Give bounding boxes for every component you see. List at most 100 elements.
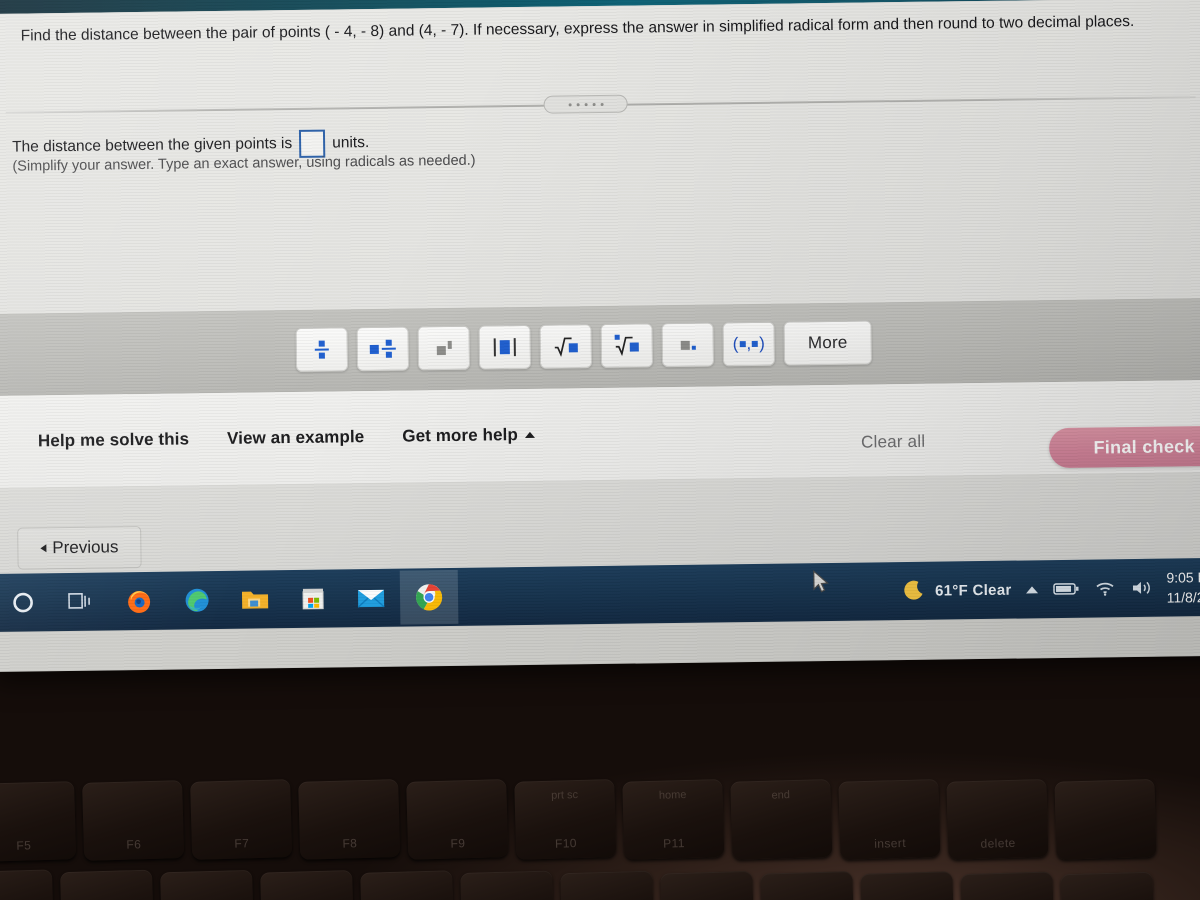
key-row2-7[interactable] <box>560 870 655 900</box>
previous-button[interactable]: Previous <box>17 526 142 570</box>
exponent-icon <box>436 340 452 356</box>
square-root-icon <box>554 336 578 357</box>
moon-icon <box>904 580 923 600</box>
key-row2-2[interactable] <box>60 869 154 900</box>
assignment-page: Find the distance between the pair of po… <box>0 0 1200 604</box>
key-row2-8[interactable] <box>660 870 755 900</box>
mouse-cursor <box>813 569 829 593</box>
answer-prompt-before: The distance between the given points is <box>12 135 293 156</box>
chrome-button[interactable] <box>399 569 459 625</box>
key-row2-11[interactable] <box>960 871 1055 900</box>
view-an-example-link[interactable]: View an example <box>227 427 365 449</box>
absolute-value-icon <box>493 338 516 357</box>
system-tray <box>1025 579 1152 599</box>
key-row2-5[interactable] <box>360 870 455 900</box>
taskbar-tray: 61°F Clear 9:05 PM 11/8/202 <box>902 558 1200 620</box>
weather-label: 61°F Clear <box>934 581 1012 600</box>
fraction-button[interactable] <box>295 327 349 372</box>
battery-icon[interactable] <box>1052 581 1079 597</box>
microsoft-store-button[interactable] <box>284 571 343 626</box>
key-row2-6[interactable] <box>460 870 555 900</box>
cortana-button[interactable] <box>0 575 52 630</box>
subscript-button[interactable] <box>661 322 715 368</box>
key-f9[interactable]: F9 <box>406 779 509 860</box>
problem-statement: Find the distance between the pair of po… <box>20 12 1135 45</box>
subscript-icon <box>680 340 696 350</box>
key-f5[interactable]: F5 <box>0 781 77 862</box>
key-f7[interactable]: F7 <box>190 779 293 860</box>
absolute-value-button[interactable] <box>478 324 532 370</box>
key-printscreen-f10[interactable]: prt sc F10 <box>514 779 617 860</box>
mail-button[interactable] <box>342 571 401 626</box>
show-hidden-icons-icon[interactable] <box>1025 585 1038 593</box>
exponent-button[interactable] <box>417 325 471 371</box>
key-f9-top <box>406 788 506 791</box>
key-delete[interactable]: delete <box>946 778 1049 860</box>
key-delete-top <box>947 788 1047 791</box>
task-view-button[interactable] <box>52 574 111 629</box>
handle-dot <box>568 102 572 106</box>
key-insert[interactable]: insert <box>838 778 941 860</box>
ordered-pair-button[interactable]: ( , ) <box>722 321 776 367</box>
key-f10-label: F10 <box>554 836 578 851</box>
more-button[interactable]: More <box>783 320 873 366</box>
key-end-label <box>732 849 832 852</box>
edge-icon <box>185 588 209 612</box>
edge-button[interactable] <box>168 573 227 628</box>
laptop-keyboard-area: F5 F6 F7 F8 F9 prt sc F10 home P11 end i… <box>0 660 1200 900</box>
divider-drag-handle[interactable] <box>543 94 628 114</box>
square-root-button[interactable] <box>539 324 593 369</box>
get-more-help-label: Get more help <box>402 425 519 446</box>
key-insert-label: insert <box>874 835 907 851</box>
key-row2-3[interactable] <box>160 869 255 900</box>
clear-all-button[interactable]: Clear all <box>861 432 925 453</box>
key-f6[interactable]: F6 <box>82 780 185 861</box>
key-delete-label: delete <box>980 835 1016 851</box>
key-row2-10[interactable] <box>860 871 955 900</box>
task-view-icon <box>68 592 90 609</box>
key-f8[interactable]: F8 <box>298 779 401 860</box>
clock-time: 9:05 PM <box>1166 568 1200 586</box>
laptop-screen: Find the distance between the pair of po… <box>0 0 1200 672</box>
mixed-number-button[interactable] <box>356 326 410 372</box>
key-p11-label: P11 <box>662 836 686 851</box>
file-explorer-button[interactable] <box>226 572 285 627</box>
key-f8-top <box>298 788 398 791</box>
key-home-p11[interactable]: home P11 <box>622 778 725 860</box>
speaker-icon[interactable] <box>1130 579 1152 597</box>
weather-widget[interactable]: 61°F Clear <box>902 578 1012 603</box>
ordered-pair-icon: ( , ) <box>732 333 765 354</box>
final-check-button[interactable]: Final check <box>1048 425 1200 469</box>
key-end[interactable]: end <box>730 778 833 860</box>
mail-icon <box>357 589 385 608</box>
get-more-help-link[interactable]: Get more help <box>402 425 535 447</box>
key-f6-top <box>82 789 182 792</box>
key-f5-top <box>0 790 74 793</box>
handle-dot <box>592 102 596 106</box>
chrome-icon <box>416 584 443 611</box>
cortana-icon <box>13 592 33 613</box>
handle-dot <box>600 102 604 106</box>
handle-dot <box>584 102 588 106</box>
help-me-solve-this-link[interactable]: Help me solve this <box>38 429 189 451</box>
key-row2-1[interactable] <box>0 869 54 900</box>
math-palette: ( , ) More <box>295 320 873 372</box>
previous-label: Previous <box>52 537 119 558</box>
firefox-button[interactable] <box>110 574 169 629</box>
key-f5-label: F5 <box>16 838 32 853</box>
key-p11-top: home <box>658 789 687 802</box>
file-explorer-icon <box>241 591 269 609</box>
screenshot-root: F5 F6 F7 F8 F9 prt sc F10 home P11 end i… <box>0 0 1200 900</box>
clock-widget[interactable]: 9:05 PM 11/8/202 <box>1166 567 1200 608</box>
key-row2-12[interactable] <box>1060 871 1155 900</box>
key-row2-9[interactable] <box>760 871 855 900</box>
key-extra[interactable] <box>1054 778 1157 860</box>
key-insert-top <box>839 788 939 791</box>
key-row2-4[interactable] <box>260 870 355 900</box>
wifi-icon[interactable] <box>1093 579 1115 597</box>
answer-prompt-after: units. <box>332 133 370 152</box>
nth-root-button[interactable] <box>600 323 654 368</box>
key-f7-top <box>190 788 290 791</box>
chevron-left-icon <box>40 544 47 553</box>
key-f7-label: F7 <box>234 836 250 851</box>
